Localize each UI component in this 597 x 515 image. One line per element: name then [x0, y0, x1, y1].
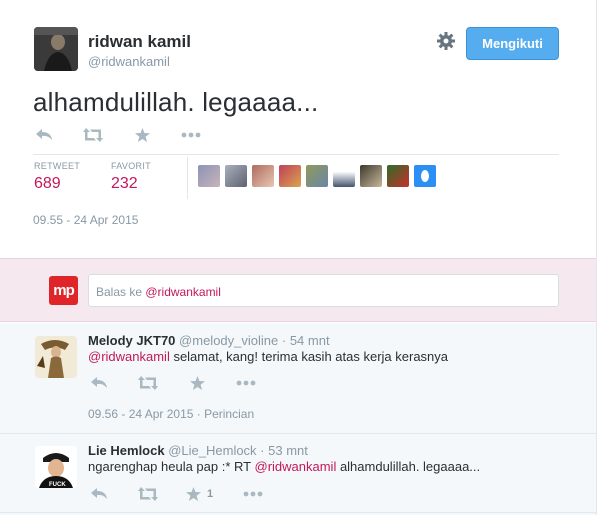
reply-icon[interactable] — [88, 375, 110, 391]
reply-body: ngarenghap heula pap :* RT — [88, 459, 255, 474]
star-icon[interactable] — [186, 375, 208, 391]
retweet-icon[interactable] — [137, 486, 159, 502]
reply-age[interactable]: 53 mnt — [268, 443, 308, 458]
more-icon[interactable] — [235, 375, 257, 391]
reply-input-prefix: Balas ke — [96, 285, 146, 299]
avatar[interactable] — [387, 165, 409, 187]
reply-actions: 1 — [88, 486, 264, 502]
reply-icon[interactable] — [33, 127, 55, 143]
avatar[interactable] — [35, 336, 77, 378]
reply-age[interactable]: 54 mnt — [290, 333, 330, 348]
reply-header: Lie Hemlock @Lie_Hemlock · 53 mnt — [88, 443, 308, 458]
reply-author-handle[interactable]: @melody_violine — [179, 333, 278, 348]
tweet-actions — [33, 127, 202, 143]
stats-divider — [33, 154, 559, 155]
svg-text:FUCK: FUCK — [49, 482, 66, 488]
favorite-count: 1 — [207, 488, 214, 500]
retweet-icon[interactable] — [82, 127, 104, 143]
reply-body: selamat, kang! terima kasih atas kerja k… — [169, 349, 449, 364]
reply-header: Melody JKT70 @melody_violine · 54 mnt — [88, 333, 330, 348]
reply-divider — [0, 512, 596, 513]
avatar[interactable]: FUCK — [35, 446, 77, 488]
reply-input-mention: @ridwankamil — [145, 285, 221, 299]
reply-text: @ridwankamil selamat, kang! terima kasih… — [88, 349, 448, 364]
reply-icon[interactable] — [88, 486, 110, 502]
separator: · — [278, 333, 290, 348]
star-icon — [186, 486, 201, 501]
avatar[interactable] — [306, 165, 328, 187]
retweet-count[interactable]: 689 — [34, 175, 61, 193]
avatar[interactable] — [198, 165, 220, 187]
reply-divider — [0, 433, 596, 434]
reply-body-rest: alhamdulillah. legaaaa... — [336, 459, 481, 474]
separator: · — [256, 443, 269, 458]
reply-input[interactable]: Balas ke @ridwankamil — [88, 274, 559, 307]
mention-link[interactable]: @ridwankamil — [88, 349, 170, 364]
gear-icon[interactable] — [436, 31, 456, 51]
retweet-icon[interactable] — [137, 375, 159, 391]
reply-author-name[interactable]: Lie Hemlock — [88, 443, 165, 458]
star-icon[interactable] — [131, 127, 153, 143]
author-handle[interactable]: @ridwankamil — [88, 54, 170, 69]
avatar[interactable] — [225, 165, 247, 187]
reply-author-name[interactable]: Melody JKT70 — [88, 333, 175, 348]
reply-time[interactable]: 09.56 - 24 Apr 2015 — [88, 407, 193, 421]
reply-actions — [88, 375, 257, 391]
more-icon[interactable] — [180, 127, 202, 143]
favorite-stat-label: FAVORIT — [111, 161, 151, 171]
avatar[interactable] — [252, 165, 274, 187]
reply-timestamp: 09.56 - 24 Apr 2015 · Perincian — [88, 407, 254, 421]
avatar[interactable] — [414, 165, 436, 187]
user-avatar: mp — [49, 276, 78, 305]
stats-vertical-divider — [187, 157, 188, 199]
more-icon[interactable] — [242, 486, 264, 502]
mention-link[interactable]: @ridwankamil — [255, 459, 337, 474]
tweet-permalink: ridwan kamil @ridwankamil Mengikuti alha… — [0, 0, 597, 515]
reply-text: ngarenghap heula pap :* RT @ridwankamil … — [88, 459, 480, 474]
details-link[interactable]: · Perincian — [193, 407, 254, 421]
author-name[interactable]: ridwan kamil — [88, 32, 191, 52]
avatar[interactable] — [360, 165, 382, 187]
author-avatar[interactable] — [34, 27, 78, 71]
reply-author-handle[interactable]: @Lie_Hemlock — [168, 443, 256, 458]
favoriter-avatars — [198, 165, 436, 187]
favorite-button[interactable]: 1 — [186, 486, 213, 502]
retweet-stat-label: RETWEET — [34, 161, 81, 171]
avatar[interactable] — [279, 165, 301, 187]
tweet-timestamp[interactable]: 09.55 - 24 Apr 2015 — [33, 213, 138, 227]
follow-button[interactable]: Mengikuti — [466, 27, 559, 60]
tweet-text: alhamdulillah. legaaaa... — [33, 87, 319, 117]
avatar[interactable] — [333, 165, 355, 187]
favorite-count[interactable]: 232 — [111, 175, 138, 193]
